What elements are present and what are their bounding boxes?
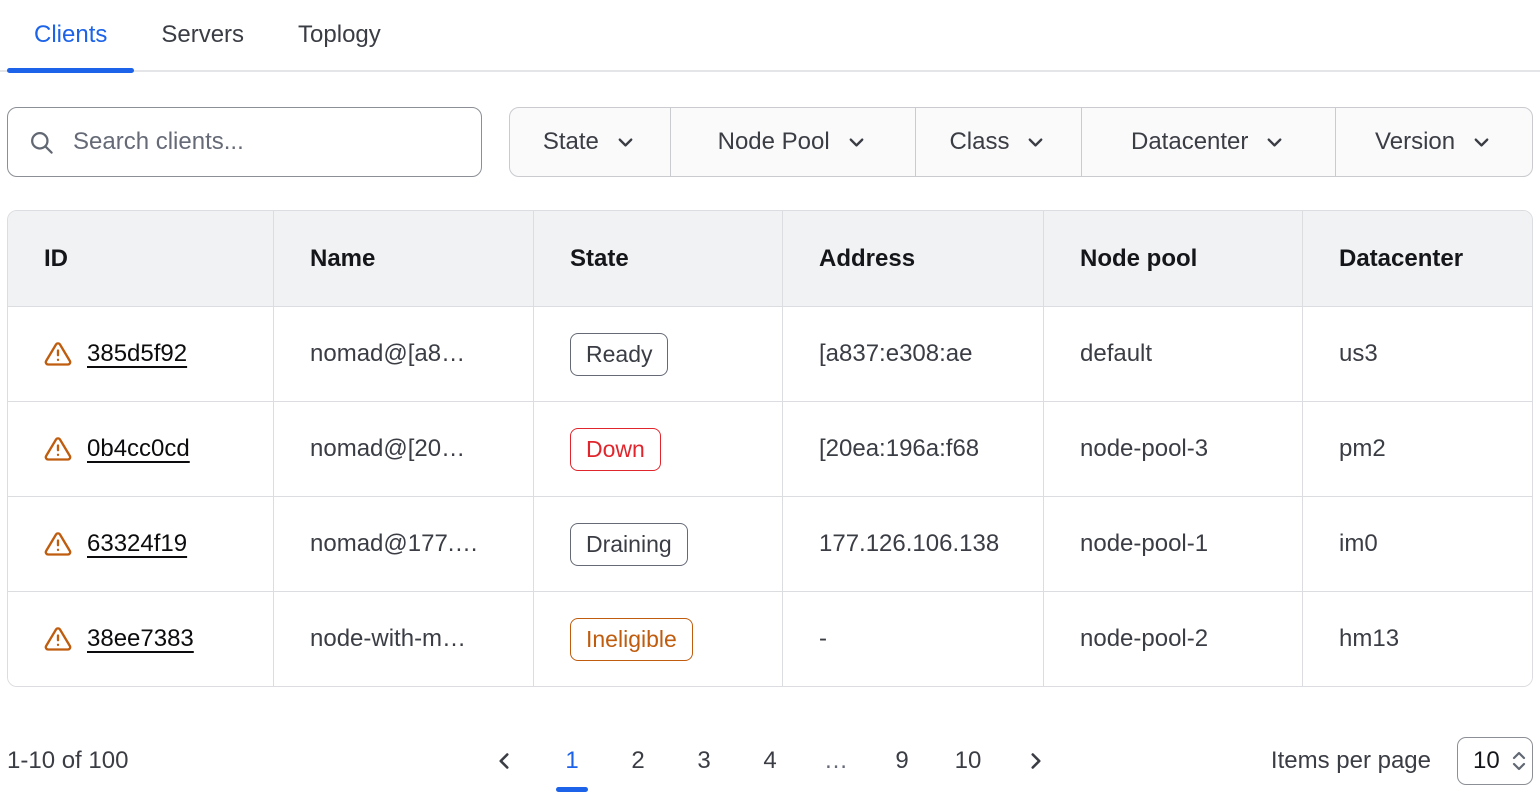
previous-page-button[interactable]	[484, 741, 524, 781]
table-row-1-state: Ready	[534, 306, 783, 401]
tab-servers-label: Servers	[161, 21, 244, 49]
column-header-datacenter: Datacenter	[1303, 211, 1532, 306]
warning-icon	[44, 530, 72, 558]
chevron-down-icon	[1024, 131, 1047, 154]
status-badge: Down	[570, 428, 661, 471]
filter-state-label: State	[543, 128, 599, 156]
items-per-page-label: Items per page	[1271, 747, 1431, 775]
table-row-2-datacenter: pm2	[1303, 401, 1532, 496]
table-row-4-name: node-with-m…	[274, 591, 534, 686]
filter-node-pool-label: Node Pool	[718, 128, 830, 156]
table-row-2-address: [20ea:196a:f68	[783, 401, 1044, 496]
search-icon	[28, 129, 55, 156]
filter-state[interactable]: State	[510, 108, 671, 176]
chevron-right-icon	[1023, 748, 1049, 774]
table-row-4-state: Ineligible	[534, 591, 783, 686]
client-id-link[interactable]: 63324f19	[87, 530, 187, 558]
filter-group: State Node Pool Class Datacenter Version	[509, 107, 1533, 177]
warning-icon	[44, 340, 72, 368]
filter-version-label: Version	[1375, 128, 1455, 156]
clients-page: Clients Servers Toplogy State Node Pool	[0, 0, 1540, 789]
table-row-4-id-cell: 38ee7383	[8, 591, 274, 686]
table-footer: 1-10 of 100 1 2 3 4 … 9 10 Items per pag…	[7, 733, 1533, 789]
next-page-button[interactable]	[1016, 741, 1056, 781]
table-row-3-datacenter: im0	[1303, 496, 1532, 591]
items-per-page: Items per page 10	[1271, 737, 1533, 785]
search-box	[7, 107, 482, 177]
chevron-left-icon	[491, 748, 517, 774]
column-header-name: Name	[274, 211, 534, 306]
page-button-4[interactable]: 4	[752, 747, 788, 775]
chevron-down-icon	[614, 131, 637, 154]
table-row-2-name: nomad@[20…	[274, 401, 534, 496]
table-row-1-name: nomad@[a8…	[274, 306, 534, 401]
column-header-node-pool: Node pool	[1044, 211, 1303, 306]
table-row-3-id-cell: 63324f19	[8, 496, 274, 591]
table-row-4-node-pool: node-pool-2	[1044, 591, 1303, 686]
page-button-2[interactable]: 2	[620, 747, 656, 775]
toolbar: State Node Pool Class Datacenter Version	[7, 107, 1533, 177]
table-row-2-id-cell: 0b4cc0cd	[8, 401, 274, 496]
table-row-4-address: -	[783, 591, 1044, 686]
chevron-down-icon	[1263, 131, 1286, 154]
client-id-link[interactable]: 385d5f92	[87, 340, 187, 368]
column-header-id: ID	[8, 211, 274, 306]
status-badge: Draining	[570, 523, 688, 566]
table-row-1-address: [a837:e308:ae	[783, 306, 1044, 401]
filter-version[interactable]: Version	[1336, 108, 1532, 176]
page-ellipsis: …	[818, 747, 854, 775]
table-row-2-node-pool: node-pool-3	[1044, 401, 1303, 496]
page-button-3[interactable]: 3	[686, 747, 722, 775]
page-button-1[interactable]: 1	[554, 747, 590, 775]
items-per-page-select[interactable]: 10	[1457, 737, 1533, 785]
chevron-down-icon	[1470, 131, 1493, 154]
tab-topology[interactable]: Toplogy	[271, 0, 408, 70]
client-id-link[interactable]: 0b4cc0cd	[87, 435, 190, 463]
search-input[interactable]	[71, 127, 461, 157]
column-header-state: State	[534, 211, 783, 306]
page-summary: 1-10 of 100	[7, 747, 128, 775]
client-id-link[interactable]: 38ee7383	[87, 625, 194, 653]
table-row-4-datacenter: hm13	[1303, 591, 1532, 686]
table-row-3-node-pool: node-pool-1	[1044, 496, 1303, 591]
tab-bar: Clients Servers Toplogy	[0, 0, 1540, 72]
pagination: 1 2 3 4 … 9 10	[484, 741, 1056, 781]
tab-servers[interactable]: Servers	[134, 0, 271, 70]
items-per-page-value: 10	[1473, 747, 1500, 775]
table-row-3-address: 177.126.106.138	[783, 496, 1044, 591]
table-row-3-state: Draining	[534, 496, 783, 591]
table-row-2-state: Down	[534, 401, 783, 496]
filter-class-label: Class	[949, 128, 1009, 156]
status-badge: Ready	[570, 333, 668, 376]
filter-class[interactable]: Class	[916, 108, 1083, 176]
tab-clients-label: Clients	[34, 21, 107, 49]
table-row-3-name: nomad@177.…	[274, 496, 534, 591]
status-badge: Ineligible	[570, 618, 693, 661]
table-row-1-id-cell: 385d5f92	[8, 306, 274, 401]
filter-datacenter-label: Datacenter	[1131, 128, 1248, 156]
warning-icon	[44, 435, 72, 463]
filter-node-pool[interactable]: Node Pool	[671, 108, 916, 176]
filter-datacenter[interactable]: Datacenter	[1082, 108, 1336, 176]
tab-clients[interactable]: Clients	[7, 0, 134, 70]
table-row-1-datacenter: us3	[1303, 306, 1532, 401]
clients-table: ID Name State Address Node pool Datacent…	[7, 210, 1533, 687]
chevron-down-icon	[845, 131, 868, 154]
tab-topology-label: Toplogy	[298, 21, 381, 49]
warning-icon	[44, 625, 72, 653]
column-header-address: Address	[783, 211, 1044, 306]
table-row-1-node-pool: default	[1044, 306, 1303, 401]
page-button-9[interactable]: 9	[884, 747, 920, 775]
page-button-10[interactable]: 10	[950, 747, 986, 775]
select-chevrons-icon	[1509, 748, 1529, 774]
